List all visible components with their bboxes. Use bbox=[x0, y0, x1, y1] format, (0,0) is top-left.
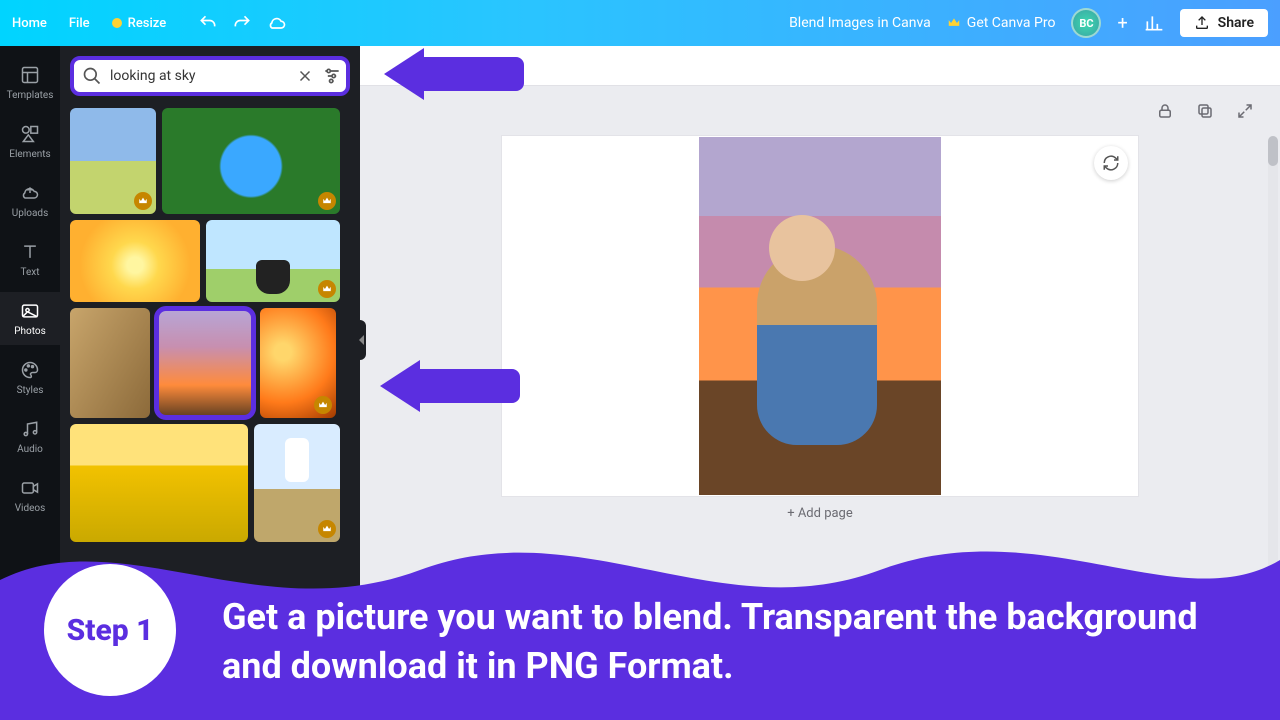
photo-result[interactable] bbox=[70, 308, 150, 418]
search-icon bbox=[82, 66, 102, 86]
topbar-right-group: Blend Images in Canva Get Canva Pro BC +… bbox=[789, 8, 1268, 38]
templates-icon bbox=[19, 64, 41, 86]
clear-search-icon[interactable] bbox=[296, 67, 314, 85]
home-menu[interactable]: Home bbox=[12, 16, 47, 31]
nav-label: Audio bbox=[17, 444, 43, 455]
crown-icon bbox=[947, 16, 961, 30]
regenerate-icon[interactable] bbox=[1094, 146, 1128, 180]
nav-photos[interactable]: Photos bbox=[0, 292, 60, 345]
expand-page-icon[interactable] bbox=[1234, 100, 1256, 122]
nav-label: Text bbox=[20, 267, 39, 278]
lock-icon[interactable] bbox=[1154, 100, 1176, 122]
document-title[interactable]: Blend Images in Canva bbox=[789, 15, 931, 31]
upload-icon bbox=[1194, 15, 1210, 31]
photos-icon bbox=[19, 300, 41, 322]
videos-icon bbox=[19, 477, 41, 499]
topbar-left-group: Home File Resize bbox=[12, 13, 288, 33]
top-bar: Home File Resize Blend Images in Canva G… bbox=[0, 0, 1280, 46]
photo-result[interactable] bbox=[162, 108, 340, 214]
page-actions bbox=[1154, 100, 1256, 122]
premium-badge-icon bbox=[314, 396, 332, 414]
duplicate-page-icon[interactable] bbox=[1194, 100, 1216, 122]
photo-result-selected[interactable] bbox=[156, 308, 254, 418]
photo-gallery bbox=[70, 108, 350, 542]
nav-label: Photos bbox=[14, 326, 46, 337]
undo-icon[interactable] bbox=[198, 13, 218, 33]
cloud-sync-icon[interactable] bbox=[266, 13, 288, 33]
topbar-history-icons bbox=[198, 13, 288, 33]
nav-text[interactable]: Text bbox=[0, 233, 60, 286]
resize-label: Resize bbox=[128, 16, 167, 31]
audio-icon bbox=[19, 418, 41, 440]
photo-result[interactable] bbox=[260, 308, 336, 418]
share-label: Share bbox=[1218, 15, 1254, 31]
instruction-text: Get a picture you want to blend. Transpa… bbox=[222, 593, 1250, 692]
text-icon bbox=[19, 241, 41, 263]
panel-collapse-handle[interactable] bbox=[356, 320, 366, 360]
premium-badge-icon bbox=[318, 192, 336, 210]
step-label: Step 1 bbox=[67, 613, 154, 648]
nav-label: Styles bbox=[17, 385, 44, 396]
invite-button[interactable]: + bbox=[1117, 13, 1127, 34]
get-pro-label: Get Canva Pro bbox=[967, 15, 1056, 31]
nav-audio[interactable]: Audio bbox=[0, 410, 60, 463]
nav-label: Uploads bbox=[12, 208, 48, 219]
nav-styles[interactable]: Styles bbox=[0, 351, 60, 404]
styles-icon bbox=[19, 359, 41, 381]
placed-photo[interactable] bbox=[699, 137, 941, 495]
design-page[interactable] bbox=[502, 136, 1138, 496]
get-pro-button[interactable]: Get Canva Pro bbox=[947, 15, 1056, 31]
annotation-arrow-top bbox=[384, 48, 524, 100]
insights-icon[interactable] bbox=[1144, 13, 1164, 33]
redo-icon[interactable] bbox=[232, 13, 252, 33]
photo-result[interactable] bbox=[206, 220, 340, 302]
share-button[interactable]: Share bbox=[1180, 9, 1268, 37]
filter-icon[interactable] bbox=[322, 66, 342, 86]
crown-icon bbox=[112, 18, 122, 28]
nav-elements[interactable]: Elements bbox=[0, 115, 60, 168]
photo-result[interactable] bbox=[70, 108, 156, 214]
nav-label: Elements bbox=[9, 149, 50, 160]
nav-label: Templates bbox=[7, 90, 54, 101]
step-badge: Step 1 bbox=[44, 564, 176, 696]
elements-icon bbox=[19, 123, 41, 145]
avatar[interactable]: BC bbox=[1071, 8, 1101, 38]
photo-search bbox=[70, 56, 350, 96]
resize-menu[interactable]: Resize bbox=[112, 16, 167, 31]
nav-templates[interactable]: Templates bbox=[0, 56, 60, 109]
annotation-arrow-mid bbox=[380, 360, 520, 412]
premium-badge-icon bbox=[134, 192, 152, 210]
premium-badge-icon bbox=[318, 280, 336, 298]
file-menu[interactable]: File bbox=[69, 16, 90, 31]
search-input[interactable] bbox=[110, 68, 288, 84]
uploads-icon bbox=[19, 182, 41, 204]
photo-result[interactable] bbox=[70, 220, 200, 302]
nav-uploads[interactable]: Uploads bbox=[0, 174, 60, 227]
